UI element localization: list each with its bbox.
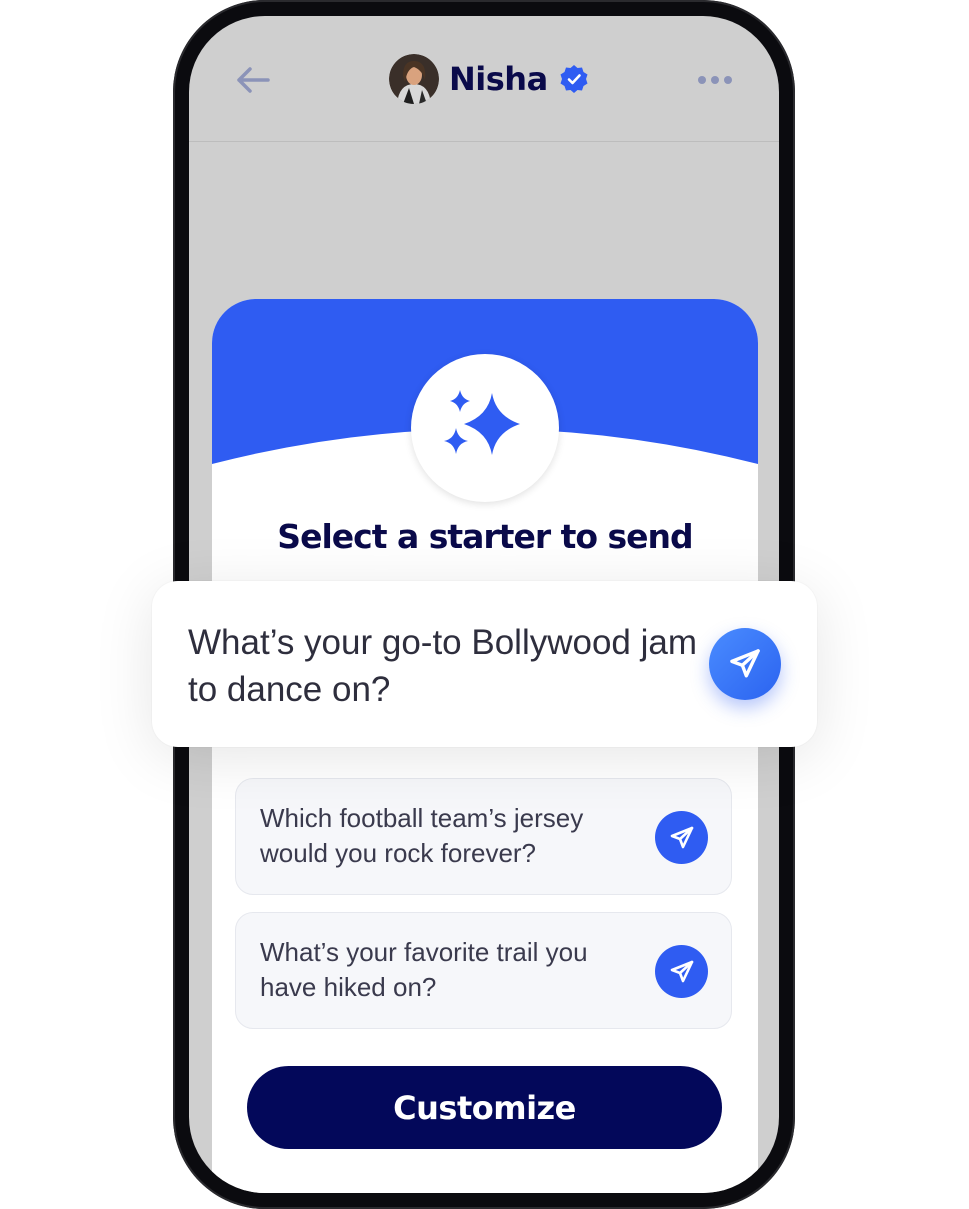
send-icon (670, 960, 693, 982)
send-icon (670, 826, 693, 848)
sparkle-badge (411, 354, 559, 502)
featured-starter[interactable]: What’s your go-to Bollywood jam to dance… (152, 581, 817, 747)
starter-option[interactable]: Which football team’s jersey would you r… (235, 778, 732, 895)
send-icon (730, 649, 760, 678)
featured-send-button[interactable] (709, 628, 781, 700)
stage: Nisha Select a starter to send Which foo… (0, 0, 969, 1209)
avatar[interactable] (389, 54, 439, 104)
more-button[interactable] (695, 68, 735, 92)
arrow-left-icon (237, 67, 270, 93)
card-title: Select a starter to send (277, 517, 693, 556)
verified-badge-icon (558, 63, 590, 95)
send-button[interactable] (655, 945, 708, 998)
contact-title[interactable]: Nisha (389, 54, 590, 104)
featured-starter-text: What’s your go-to Bollywood jam to dance… (188, 623, 698, 709)
back-button[interactable] (233, 62, 273, 98)
starter-text: Which football team’s jersey would you r… (260, 803, 584, 868)
chat-header: Nisha (189, 16, 779, 142)
more-horizontal-icon (698, 76, 732, 84)
customize-button[interactable]: Customize (247, 1066, 722, 1149)
starter-option[interactable]: What’s your favorite trail you have hike… (235, 912, 732, 1029)
send-button[interactable] (655, 811, 708, 864)
sparkles-icon (444, 390, 520, 455)
starter-text: What’s your favorite trail you have hike… (260, 937, 588, 1002)
contact-name: Nisha (449, 60, 548, 98)
